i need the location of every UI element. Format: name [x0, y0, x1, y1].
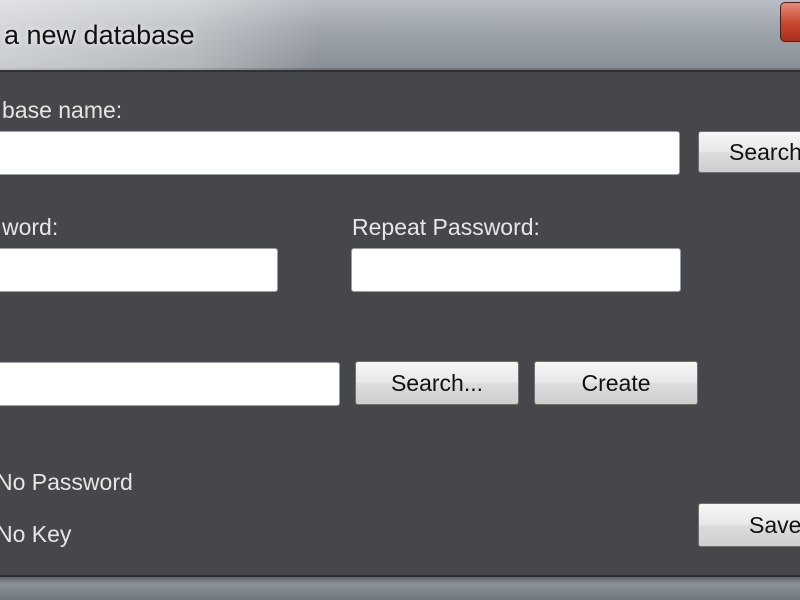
search-key-button[interactable]: Search...: [355, 361, 519, 405]
window-bottom-border: [0, 575, 800, 600]
title-bar: a new database: [0, 0, 800, 70]
database-name-label: base name:: [2, 97, 123, 123]
password-input[interactable]: [0, 248, 278, 292]
window-title: a new database: [4, 20, 195, 50]
password-label: word:: [2, 214, 59, 240]
database-name-input[interactable]: [0, 131, 680, 175]
create-key-button[interactable]: Create: [534, 361, 698, 405]
save-button[interactable]: Save: [698, 503, 800, 547]
new-database-dialog: a new database base name: Search word: R…: [0, 0, 800, 600]
repeat-password-label: Repeat Password:: [352, 214, 540, 240]
key-file-input[interactable]: [0, 362, 340, 406]
repeat-password-input[interactable]: [351, 248, 681, 292]
search-database-button[interactable]: Search: [698, 131, 800, 173]
close-button[interactable]: [780, 2, 800, 42]
no-key-text: No Key: [0, 521, 72, 547]
no-password-text: No Password: [0, 469, 133, 495]
